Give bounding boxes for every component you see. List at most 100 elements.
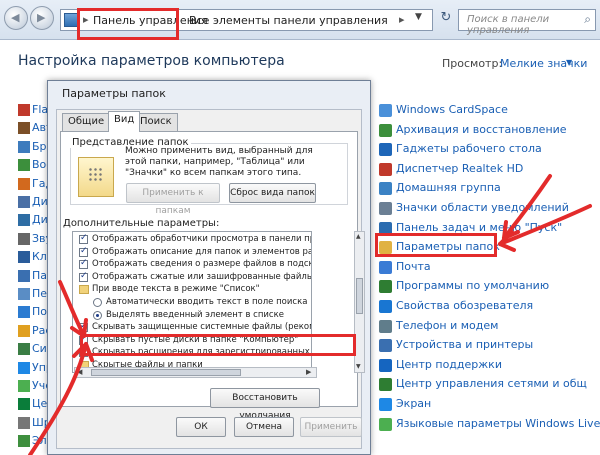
control-panel-item[interactable]: Телефон и модем	[379, 318, 599, 338]
tree-row[interactable]: Отображать описание для папок и элементо…	[73, 247, 311, 259]
cancel-button[interactable]: Отмена	[234, 417, 294, 437]
scroll-thumb[interactable]	[356, 278, 363, 314]
control-panel-item-label[interactable]: Языковые параметры Windows Live	[396, 417, 600, 430]
restore-defaults-button[interactable]: Восстановить умолчания	[210, 388, 320, 421]
control-panel-item-label[interactable]: Архивация и восстановление	[396, 123, 567, 136]
scroll-thumb-horizontal[interactable]	[91, 369, 241, 376]
control-panel-item-label[interactable]: Телефон и модем	[396, 319, 498, 332]
item-icon	[379, 339, 392, 353]
control-panel-item-label[interactable]: Устройства и принтеры	[396, 338, 533, 351]
chevron-down-icon[interactable]: ▼	[566, 58, 572, 67]
control-panel-item-label[interactable]: Экран	[396, 397, 431, 410]
item-icon	[379, 260, 392, 274]
item-icon	[379, 104, 392, 117]
item-icon	[379, 123, 392, 137]
control-panel-item[interactable]: Центр управления сетями и общ	[379, 376, 599, 396]
item-icon	[379, 398, 392, 411]
scroll-up-icon[interactable]: ▲	[356, 233, 361, 240]
checkbox-icon[interactable]	[79, 272, 88, 282]
control-panel-item-label[interactable]: Центр поддержки	[396, 358, 502, 371]
tree-row-label: Отображать обработчики просмотра в панел…	[92, 234, 312, 244]
refresh-button[interactable]: ↻	[437, 10, 455, 30]
control-panel-item[interactable]: Программы по умолчанию	[379, 278, 599, 298]
apply-to-folders-button[interactable]: Применить к папкам	[126, 183, 220, 216]
control-panel-item-label[interactable]: Панель задач и меню "Пуск"	[396, 221, 562, 234]
checkbox-icon[interactable]	[79, 247, 88, 257]
tree-row[interactable]: Выделять введенный элемент в списке	[73, 310, 311, 322]
item-icon	[18, 361, 30, 374]
forward-arrow-icon: ▶	[37, 11, 46, 24]
control-panel-item-label[interactable]: Диспетчер Realtek HD	[396, 162, 523, 175]
highlight-box-hide-extensions	[80, 334, 356, 356]
tree-row-label: Автоматически вводить текст в поле поиск…	[106, 297, 308, 307]
control-panel-item[interactable]: Домашняя группа	[379, 180, 599, 200]
item-icon	[18, 380, 30, 392]
radio-icon[interactable]	[93, 298, 102, 307]
search-icon[interactable]: ⌕	[584, 12, 591, 27]
control-panel-item[interactable]: Свойства обозревателя	[379, 298, 599, 318]
item-icon	[18, 122, 30, 135]
back-button[interactable]: ◀	[4, 6, 28, 30]
folder-view-icon	[78, 157, 114, 197]
control-panel-item[interactable]: Почта	[379, 259, 599, 279]
control-panel-item-label[interactable]: Домашняя группа	[396, 181, 501, 194]
control-panel-item-label[interactable]: Центр управления сетями и общ	[396, 377, 587, 390]
control-panel-item-label[interactable]: Значки области уведомлений	[396, 201, 569, 214]
item-icon	[379, 417, 392, 431]
control-panel-item[interactable]: Устройства и принтеры	[379, 337, 599, 357]
checkbox-icon[interactable]	[79, 234, 88, 244]
checkbox-icon[interactable]	[79, 259, 88, 270]
control-panel-item[interactable]: Экран	[379, 396, 599, 416]
tree-row[interactable]: Автоматически вводить текст в поле поиск…	[73, 297, 311, 309]
breadcrumb-all-items[interactable]: Все элементы панели управления	[189, 14, 388, 27]
control-panel-item-label[interactable]: Гаджеты рабочего стола	[396, 142, 542, 155]
control-panel-item[interactable]: Архивация и восстановление	[379, 122, 599, 142]
scroll-right-icon[interactable]: ▶	[306, 368, 311, 376]
tree-row[interactable]: Отображать обработчики просмотра в панел…	[73, 234, 312, 246]
control-panel-item-label[interactable]: Windows CardSpace	[396, 103, 508, 116]
control-panel-item[interactable]: Гаджеты рабочего стола	[379, 141, 599, 161]
control-panel-item-label[interactable]: Программы по умолчанию	[396, 279, 549, 292]
view-mode-dropdown[interactable]: Мелкие значки	[500, 57, 587, 70]
radio-icon[interactable]	[93, 310, 102, 320]
control-panel-item[interactable]: Центр поддержки	[379, 357, 599, 377]
scroll-down-icon[interactable]: ▼	[356, 363, 361, 370]
address-dropdown-icon[interactable]: ▼	[415, 12, 429, 28]
item-icon	[379, 202, 392, 215]
item-icon	[18, 343, 30, 356]
tree-row[interactable]: Отображать сжатые или зашифрованные файл…	[73, 271, 312, 284]
highlight-box-folder-options	[375, 233, 497, 257]
tab-search[interactable]: Поиск	[134, 113, 178, 131]
scroll-left-icon[interactable]: ◀	[77, 368, 82, 376]
control-panel-item-label[interactable]: Почта	[396, 260, 431, 273]
forward-button[interactable]: ▶	[30, 6, 54, 30]
apply-button[interactable]: Применить	[300, 417, 362, 437]
view-label: Просмотр:	[442, 57, 503, 70]
tree-row[interactable]: Отображать сведения о размере файлов в п…	[73, 259, 311, 271]
search-input[interactable]: Поиск в панели управления ⌕	[458, 9, 596, 36]
tree-row[interactable]: При вводе текста в режиме "Список"	[73, 284, 311, 296]
tab-view[interactable]: Вид	[108, 111, 141, 132]
folder-view-description: Можно применить вид, выбранный для этой …	[125, 146, 313, 178]
control-panel-item[interactable]: Диспетчер Realtek HD	[379, 161, 599, 181]
checkbox-icon[interactable]	[79, 322, 88, 333]
tree-row-label: При вводе текста в режиме "Список"	[92, 284, 260, 295]
control-panel-item[interactable]: Значки области уведомлений	[379, 200, 599, 220]
back-arrow-icon: ◀	[11, 11, 20, 24]
tab-general[interactable]: Общие	[62, 113, 111, 131]
breadcrumb-separator[interactable]: ▸	[399, 13, 405, 26]
item-icon	[18, 269, 30, 282]
item-icon	[379, 182, 392, 196]
tree-row-label: Отображать сжатые или зашифрованные файл…	[92, 271, 312, 282]
tree-row[interactable]: Скрывать защищенные системные файлы (рек…	[73, 322, 311, 334]
item-icon	[379, 143, 392, 157]
item-icon	[379, 358, 392, 372]
tree-horizontal-scrollbar[interactable]: ◀ ▶	[74, 367, 317, 378]
item-icon	[18, 214, 30, 227]
control-panel-item-label[interactable]: Свойства обозревателя	[396, 299, 533, 312]
reset-folders-button[interactable]: Сброс вида папок	[229, 183, 316, 203]
ok-button[interactable]: ОК	[176, 417, 226, 437]
control-panel-item[interactable]: Языковые параметры Windows Live	[379, 416, 600, 436]
control-panel-item[interactable]: Windows CardSpace	[379, 102, 599, 122]
item-icon	[18, 416, 30, 429]
